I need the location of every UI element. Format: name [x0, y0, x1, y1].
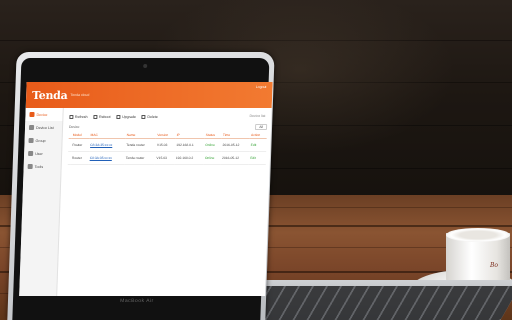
toolbar: Refresh Reboot Upgrade Delete [69, 112, 267, 122]
col-mac: MAC [89, 131, 126, 139]
cell-name: Tenda router [124, 151, 156, 165]
cup-rim [446, 228, 510, 242]
filter-label: Device [69, 124, 80, 129]
refresh-button[interactable]: Refresh [69, 115, 88, 119]
cup-print: Bo [490, 262, 499, 269]
upgrade-label: Upgrade [122, 115, 136, 119]
cell-time: 2016-05-12 [220, 151, 250, 165]
sidebar: Device Device List Group User Tools [19, 108, 64, 296]
brand-logo: Tenda [31, 88, 68, 102]
reboot-label: Reboot [98, 115, 111, 119]
sidebar-item-tools[interactable]: Tools [23, 160, 60, 173]
device-table: Model MAC Name Version IP Status Time Ac… [67, 131, 267, 165]
sidebar-item-label: Tools [34, 164, 44, 169]
device-icon [29, 112, 35, 117]
sidebar-item-user[interactable]: User [24, 147, 61, 160]
app-header: Tenda Tenda cloud Logout [25, 82, 273, 108]
camera-dot [143, 64, 148, 68]
cell-time: 2016-05-12 [221, 138, 250, 152]
table-row[interactable]: Router C8:3A:35:xx:xx Tenda router V15.0… [68, 138, 267, 152]
col-action: Action [249, 131, 267, 139]
delete-icon [141, 115, 146, 119]
user-icon [28, 151, 34, 156]
reboot-icon [93, 115, 98, 119]
upgrade-button[interactable]: Upgrade [116, 115, 136, 119]
col-model: Model [71, 131, 90, 139]
sidebar-item-label: Device [36, 112, 48, 117]
reboot-button[interactable]: Reboot [93, 115, 111, 119]
col-ip: IP [175, 131, 205, 139]
upgrade-icon [116, 115, 121, 119]
cell-model: Router [71, 138, 90, 152]
cell-ip: 192.168.0.2 [174, 151, 205, 165]
cell-version: V15.03 [155, 151, 176, 165]
refresh-icon [69, 115, 74, 119]
table-header-row: Model MAC Name Version IP Status Time Ac… [68, 131, 267, 139]
sidebar-item-device[interactable]: Device [25, 108, 63, 121]
laptop-brand-label: MacBook Air [120, 298, 154, 304]
brand-tagline: Tenda cloud [70, 93, 90, 97]
group-icon [28, 138, 34, 143]
cell-status: Online [203, 151, 222, 165]
main-panel: Refresh Reboot Upgrade Delete Device All… [59, 112, 271, 296]
sidebar-item-label: Device List [35, 125, 54, 130]
logout-link[interactable]: Logout [256, 85, 267, 89]
sidebar-item-group[interactable]: Group [24, 134, 61, 147]
sidebar-item-label: Group [35, 138, 46, 143]
cell-status: Online [204, 138, 222, 152]
cell-mac[interactable]: C8:3A:35:xx:xx [88, 151, 126, 165]
col-time: Time [221, 131, 251, 139]
sidebar-item-label: User [35, 151, 43, 156]
cell-model: Router [70, 151, 89, 165]
filter-select[interactable]: All [255, 123, 268, 130]
table-row[interactable]: Router C8:3A:35:xx:xx Tenda router V15.0… [67, 151, 267, 165]
tools-icon [27, 164, 33, 169]
cell-ip: 192.168.0.1 [175, 138, 205, 152]
cell-name: Tenda router [125, 138, 157, 152]
col-name: Name [125, 131, 157, 139]
delete-label: Delete [147, 115, 158, 119]
cell-action[interactable]: Edit [249, 138, 267, 152]
col-status: Status [204, 131, 223, 139]
list-icon [28, 125, 35, 130]
cell-version: V15.03 [155, 138, 176, 152]
refresh-label: Refresh [74, 115, 88, 119]
screen: Tenda Tenda cloud Logout Device Device L… [19, 82, 273, 296]
cell-mac[interactable]: C8:3A:35:xx:xx [88, 138, 126, 152]
sidebar-item-device-list[interactable]: Device List [25, 121, 62, 134]
laptop-lid: Tenda Tenda cloud Logout Device Device L… [7, 52, 275, 320]
cell-action[interactable]: Edit [249, 151, 267, 165]
delete-button[interactable]: Delete [141, 115, 158, 119]
screen-bezel: Tenda Tenda cloud Logout Device Device L… [12, 58, 273, 320]
filter-row: Device All [69, 122, 268, 131]
col-version: Version [156, 131, 176, 139]
